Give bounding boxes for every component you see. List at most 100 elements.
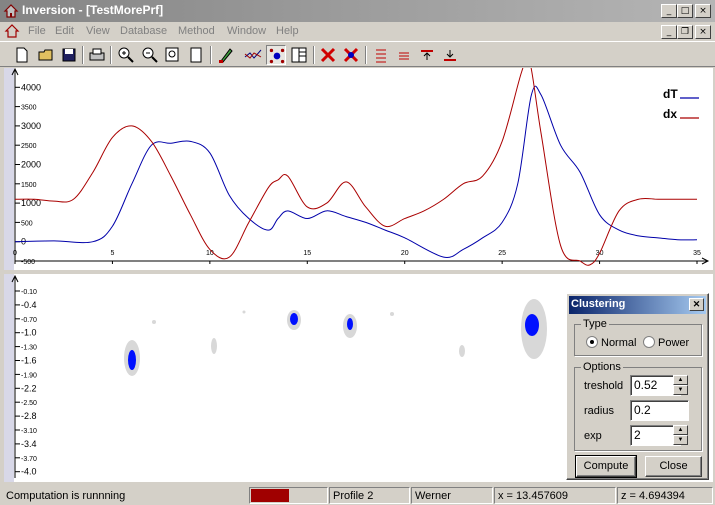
- type-group-label: Type: [583, 318, 607, 330]
- child-minimize-button[interactable]: _: [661, 25, 677, 39]
- split-view-icon[interactable]: [289, 45, 309, 65]
- y-tick-label: 1500: [21, 182, 37, 189]
- x-tick-label: 0: [13, 250, 17, 257]
- page-icon[interactable]: [186, 45, 206, 65]
- toolbar-separator: [365, 46, 367, 64]
- exp-label: exp: [584, 430, 602, 442]
- print-icon[interactable]: [87, 45, 107, 65]
- series-dx-line: [14, 68, 697, 266]
- profile-plot[interactable]: 0 5 10 15 20 25 30 35 4000 3000 2000 1000 0 3500 2500 1…: [4, 68, 713, 270]
- zoom-in-icon[interactable]: [116, 45, 136, 65]
- pen-icon[interactable]: [216, 45, 236, 65]
- new-file-icon[interactable]: [12, 45, 32, 65]
- save-icon[interactable]: [59, 45, 79, 65]
- depth-tick-label: -1.90: [21, 372, 37, 379]
- type-normal-radio[interactable]: Normal: [586, 336, 636, 349]
- x-tick-label: 10: [206, 250, 214, 257]
- minimize-button[interactable]: _: [661, 4, 677, 18]
- progress-fill: [251, 489, 289, 502]
- series-dT-line: [14, 85, 698, 258]
- depth-tick-label: -3.10: [21, 428, 37, 435]
- menu-database[interactable]: Database: [120, 25, 167, 37]
- zoom-out-icon[interactable]: [140, 45, 160, 65]
- menu-edit[interactable]: Edit: [55, 25, 74, 37]
- y-tick-label: 500: [21, 220, 33, 227]
- menu-view[interactable]: View: [86, 25, 110, 37]
- x-tick-label: 15: [303, 250, 311, 257]
- x-tick-label: 25: [498, 250, 506, 257]
- depth-tick-label: -1.0: [21, 328, 37, 338]
- status-method: Werner: [411, 487, 493, 504]
- menu-file[interactable]: File: [28, 25, 46, 37]
- status-profile: Profile 2: [329, 487, 410, 504]
- y-tick-label: -500: [21, 259, 35, 266]
- maximize-button[interactable]: □: [677, 4, 693, 18]
- exp-spinner[interactable]: ▲ ▼: [673, 425, 688, 446]
- y-tick-label: 2500: [21, 143, 37, 150]
- x-tick-label: 35: [693, 250, 701, 257]
- line-select-icon[interactable]: [243, 45, 263, 65]
- align-lines-icon[interactable]: [371, 45, 391, 65]
- depth-tick-label: -2.8: [21, 411, 37, 421]
- menu-window[interactable]: Window: [227, 25, 266, 37]
- cluster-core: [290, 313, 298, 325]
- depth-tick-label: -1.6: [21, 356, 37, 366]
- cluster-speck: [152, 320, 156, 324]
- compute-button[interactable]: Compute: [575, 455, 637, 478]
- x-tick-label: 5: [110, 250, 114, 257]
- toolbar-separator: [210, 46, 212, 64]
- radio-selected-icon: [586, 336, 598, 348]
- close-button[interactable]: ×: [695, 4, 711, 18]
- dialog-title: Clustering: [571, 298, 626, 310]
- align-bottom-icon[interactable]: [440, 45, 460, 65]
- spin-down-icon[interactable]: ▼: [673, 435, 688, 445]
- cluster-core: [128, 350, 136, 370]
- cluster-speck: [390, 312, 394, 316]
- depth-tick-label: -3.70: [21, 456, 37, 463]
- close-dialog-button[interactable]: Close: [645, 456, 702, 477]
- toolbar-separator: [313, 46, 315, 64]
- options-group-label: Options: [583, 361, 621, 373]
- menu-bar: File Edit View Database Method Window He…: [0, 22, 715, 41]
- menu-help[interactable]: Help: [276, 25, 299, 37]
- document-window-icon[interactable]: [4, 23, 20, 39]
- child-close-button[interactable]: ×: [695, 25, 711, 39]
- toolbar: [0, 41, 715, 67]
- treshold-spinner[interactable]: ▲ ▼: [673, 375, 688, 396]
- radio-unselected-icon: [643, 336, 655, 348]
- window-title: Inversion - [TestMorePrf]: [22, 3, 164, 17]
- cluster-core: [347, 318, 353, 330]
- depth-tick-label: -2.50: [21, 400, 37, 407]
- title-bar: Inversion - [TestMorePrf] _ □ ×: [0, 0, 715, 22]
- dialog-title-bar[interactable]: Clustering ✕: [569, 296, 706, 314]
- align-top-icon[interactable]: [417, 45, 437, 65]
- depth-tick-label: -0.10: [21, 289, 37, 296]
- spin-up-icon[interactable]: ▲: [673, 375, 688, 385]
- type-power-radio[interactable]: Power: [643, 336, 689, 349]
- depth-tick-label: -0.70: [21, 317, 37, 324]
- radius-input[interactable]: 0.2: [630, 400, 689, 421]
- toolbar-separator: [110, 46, 112, 64]
- delete-blue-icon[interactable]: [341, 45, 361, 65]
- dialog-close-icon[interactable]: ✕: [689, 298, 704, 311]
- spin-up-icon[interactable]: ▲: [673, 425, 688, 435]
- cluster-icon[interactable]: [266, 45, 286, 65]
- menu-method[interactable]: Method: [178, 25, 215, 37]
- legend-label-dT: dT: [663, 87, 678, 101]
- spin-down-icon[interactable]: ▼: [673, 385, 688, 395]
- open-folder-icon[interactable]: [36, 45, 56, 65]
- depth-tick-label: -2.2: [21, 383, 37, 393]
- treshold-label: treshold: [584, 380, 624, 392]
- zoom-fit-icon[interactable]: [163, 45, 183, 65]
- legend-label-dx: dx: [663, 107, 677, 121]
- delete-red-icon[interactable]: [318, 45, 338, 65]
- status-message: Computation is runnning: [6, 490, 126, 502]
- x-tick-label: 20: [401, 250, 409, 257]
- depth-tick-label: -1.30: [21, 345, 37, 352]
- depth-tick-label: -4.0: [21, 467, 37, 477]
- status-bar: Computation is runnning Profile 2 Werner…: [0, 485, 715, 505]
- y-tick-label: 3500: [21, 105, 37, 112]
- child-restore-button[interactable]: ❐: [677, 25, 693, 39]
- cluster-speck: [242, 310, 246, 314]
- align-equal-icon[interactable]: [394, 45, 414, 65]
